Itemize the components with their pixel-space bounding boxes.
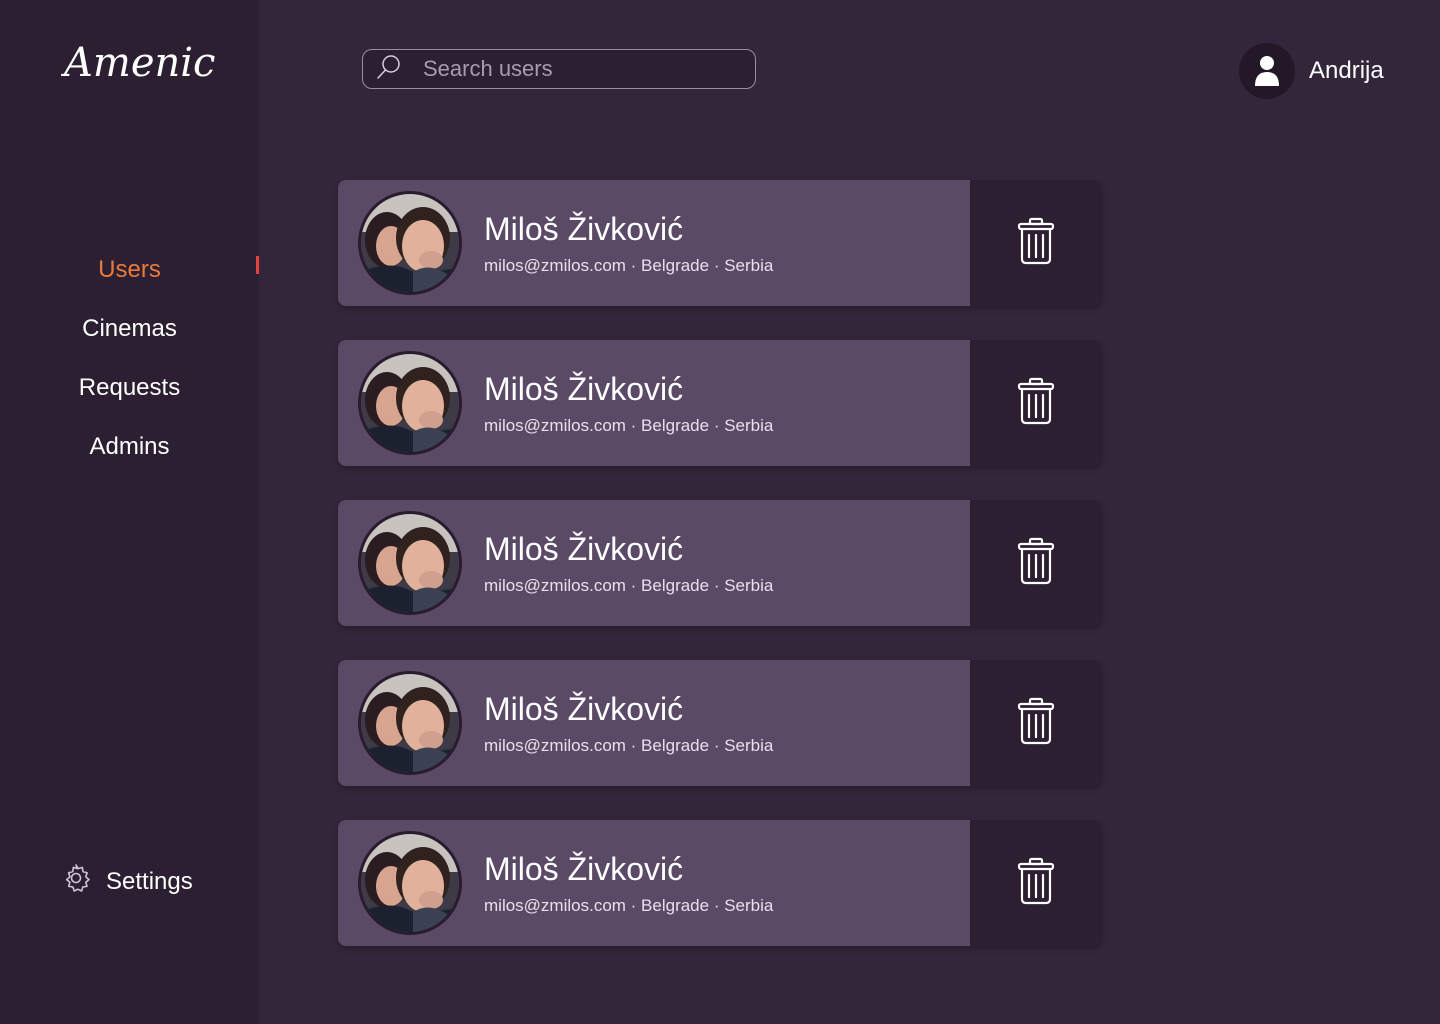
user-photo	[358, 671, 462, 775]
sidebar-item-label: Admins	[89, 432, 170, 460]
user-meta: milos@zmilos.com · Belgrade · Serbia	[484, 735, 774, 755]
sidebar-nav: Users Cinemas Requests Admins	[0, 240, 259, 476]
user-info: Miloš Živković milos@zmilos.com · Belgra…	[484, 531, 773, 596]
settings-button[interactable]: Settings	[60, 862, 193, 901]
user-photo	[358, 191, 462, 295]
user-name: Miloš Živković	[484, 530, 684, 567]
sidebar: Amenic Users Cinemas Requests Admins Set…	[0, 0, 259, 1024]
user-row[interactable]: Miloš Živković milos@zmilos.com · Belgra…	[338, 340, 970, 466]
user-info: Miloš Živković milos@zmilos.com · Belgra…	[484, 691, 773, 756]
user-list: Miloš Živković milos@zmilos.com · Belgra…	[338, 180, 1102, 980]
search-icon	[363, 53, 421, 86]
profile-name: Andrija	[1309, 57, 1384, 84]
delete-user-button[interactable]	[970, 180, 1102, 306]
user-info: Miloš Živković milos@zmilos.com · Belgra…	[484, 851, 773, 916]
user-photo	[358, 351, 462, 455]
sidebar-item-label: Cinemas	[82, 314, 177, 342]
sidebar-item-admins[interactable]: Admins	[0, 417, 259, 476]
user-meta: milos@zmilos.com · Belgrade · Serbia	[484, 255, 774, 275]
user-card: Miloš Živković milos@zmilos.com · Belgra…	[338, 500, 1102, 626]
sidebar-item-label: Requests	[78, 373, 181, 401]
user-info: Miloš Živković milos@zmilos.com · Belgra…	[484, 371, 773, 436]
trash-icon	[1017, 537, 1055, 590]
user-name: Miloš Živković	[484, 850, 684, 887]
user-row[interactable]: Miloš Živković milos@zmilos.com · Belgra…	[338, 500, 970, 626]
sidebar-item-requests[interactable]: Requests	[0, 358, 259, 417]
app-logo[interactable]: Amenic	[64, 40, 215, 86]
active-indicator	[256, 256, 259, 274]
sidebar-item-users[interactable]: Users	[0, 240, 259, 299]
delete-user-button[interactable]	[970, 500, 1102, 626]
delete-user-button[interactable]	[970, 660, 1102, 786]
user-meta: milos@zmilos.com · Belgrade · Serbia	[484, 895, 774, 915]
gear-icon	[60, 862, 106, 901]
sidebar-item-label: Users	[98, 255, 161, 283]
user-meta: milos@zmilos.com · Belgrade · Serbia	[484, 575, 774, 595]
user-name: Miloš Živković	[484, 370, 684, 407]
settings-label: Settings	[106, 867, 193, 895]
user-name: Miloš Živković	[484, 690, 684, 727]
user-row[interactable]: Miloš Živković milos@zmilos.com · Belgra…	[338, 660, 970, 786]
profile-menu[interactable]: Andrija	[1239, 43, 1384, 99]
user-card: Miloš Živković milos@zmilos.com · Belgra…	[338, 820, 1102, 946]
user-row[interactable]: Miloš Živković milos@zmilos.com · Belgra…	[338, 180, 970, 306]
user-icon	[1239, 43, 1295, 99]
trash-icon	[1017, 697, 1055, 750]
sidebar-item-cinemas[interactable]: Cinemas	[0, 299, 259, 358]
trash-icon	[1017, 377, 1055, 430]
user-info: Miloš Živković milos@zmilos.com · Belgra…	[484, 211, 773, 276]
user-meta: milos@zmilos.com · Belgrade · Serbia	[484, 415, 774, 435]
user-card: Miloš Živković milos@zmilos.com · Belgra…	[338, 660, 1102, 786]
user-photo	[358, 831, 462, 935]
delete-user-button[interactable]	[970, 820, 1102, 946]
user-card: Miloš Živković milos@zmilos.com · Belgra…	[338, 340, 1102, 466]
user-name: Miloš Živković	[484, 210, 684, 247]
search-bar	[362, 49, 756, 89]
user-row[interactable]: Miloš Živković milos@zmilos.com · Belgra…	[338, 820, 970, 946]
search-input[interactable]	[421, 55, 725, 83]
trash-icon	[1017, 217, 1055, 270]
user-photo	[358, 511, 462, 615]
trash-icon	[1017, 857, 1055, 910]
delete-user-button[interactable]	[970, 340, 1102, 466]
user-card: Miloš Živković milos@zmilos.com · Belgra…	[338, 180, 1102, 306]
